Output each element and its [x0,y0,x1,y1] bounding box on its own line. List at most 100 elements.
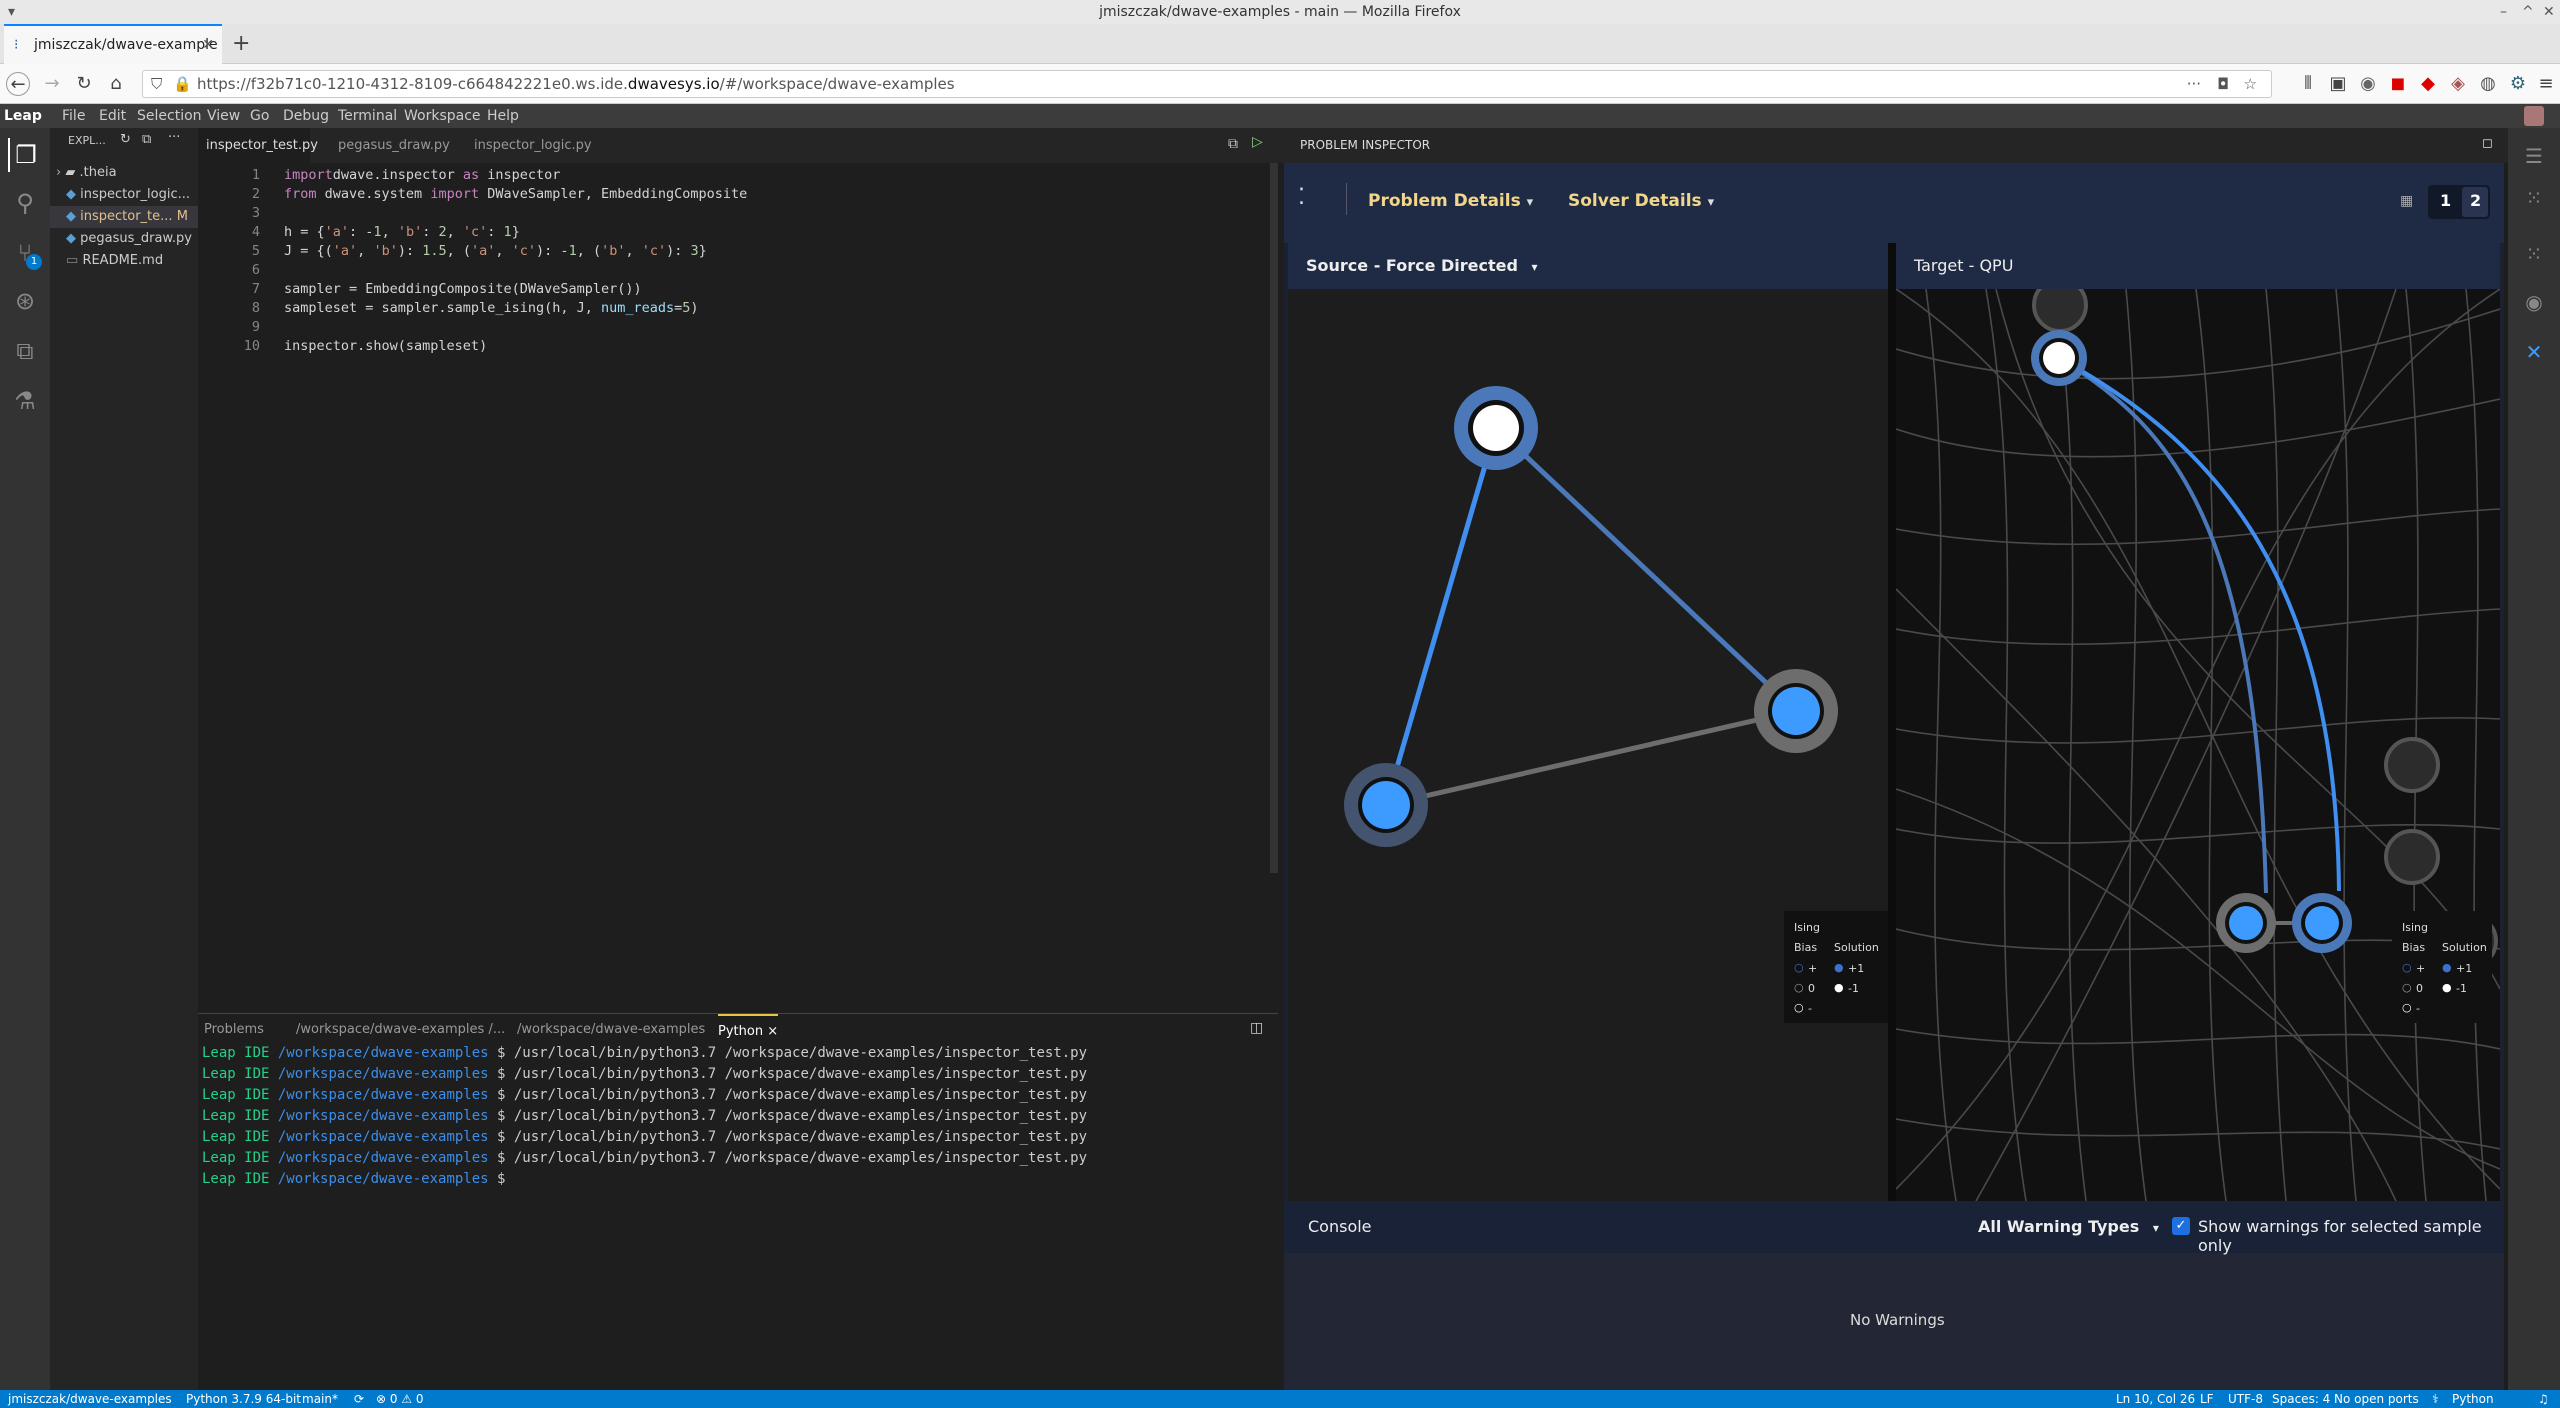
tab-terminal-2[interactable]: /workspace/dwave-examples [517,1014,705,1046]
firefox-menu-icon[interactable]: ≡ [2534,72,2558,96]
close-tab-icon[interactable]: × [767,1024,778,1039]
ports-status[interactable]: No open ports [2334,1390,2419,1408]
warnings-checkbox[interactable]: ✓ [2172,1217,2190,1235]
line-ending[interactable]: LF [2200,1390,2214,1408]
code-line[interactable]: inspector.show(sampleset) [284,338,487,354]
target-qpu-graph[interactable] [1896,289,2500,1201]
shield-icon[interactable]: ⛉ [151,71,162,97]
menu-file[interactable]: File [62,104,85,128]
menu-go[interactable]: Go [250,104,269,128]
close-tab-icon[interactable]: ✕ [202,26,214,64]
bell-icon[interactable]: ♫ [2538,1390,2549,1408]
code-line[interactable]: h = {'a': -1, 'b': 2, 'c': 1} [284,224,520,240]
menu-workspace[interactable]: Workspace [404,104,481,128]
open-external-icon[interactable]: ◻ [2482,136,2493,151]
extension-icon-6[interactable]: ⚙ [2506,72,2530,96]
test-flask-icon[interactable]: ⚗ [8,384,42,418]
edge-a-c[interactable] [1494,426,1798,713]
editor-scrollbar[interactable] [1270,163,1278,873]
debug-icon[interactable]: ⊛ [8,284,42,318]
edge-b-c[interactable] [1385,708,1797,808]
code-editor[interactable]: 1 importdwave.inspector as inspector 2 from… [198,163,1278,1011]
menu-terminal[interactable]: Terminal [338,104,397,128]
extension-icon-3[interactable]: ◆ [2416,72,2440,96]
maximize-icon[interactable]: ^ [2522,0,2534,24]
grid-icon[interactable]: ⁙ [2520,240,2548,268]
python-interpreter[interactable]: Python 3.7.9 64-bit [186,1390,301,1408]
more-actions-icon[interactable]: ··· [168,130,180,145]
collapse-all-icon[interactable]: ⧉ [142,132,151,147]
extension-icon-1[interactable]: ◉ [2356,72,2380,96]
layout-grid-icon[interactable]: ▦ [2400,193,2413,209]
github-icon[interactable]: ◉ [2520,288,2548,316]
page-actions-icon[interactable]: ··· [2187,71,2201,97]
code-line[interactable]: sampler = EmbeddingComposite(DWaveSample… [284,281,642,297]
tree-item-pegasus-draw[interactable]: ◆ pegasus_draw.py [50,228,198,250]
new-tab-button[interactable]: + [232,24,250,64]
menu-view[interactable]: View [207,104,240,128]
tab-problems[interactable]: Problems [204,1014,264,1046]
menu-help[interactable]: Help [487,104,519,128]
problems-count[interactable]: ⊗ 0 ⚠ 0 [376,1390,424,1408]
qubit-node[interactable] [2032,289,2088,333]
home-icon[interactable]: ⌂ [104,72,128,96]
split-editor-icon[interactable]: ⧉ [1228,136,1238,152]
source-header[interactable]: Source - Force Directed ▾ [1288,243,1888,289]
tab-inspector-test[interactable]: inspector_test.py [198,128,318,163]
library-icon[interactable]: ⫴ [2296,72,2320,96]
tree-item-inspector-logic[interactable]: ◆ inspector_logic... [50,184,198,206]
explorer-files-icon[interactable]: ❐ [8,138,42,172]
sidebar-icon[interactable]: ▣ [2326,72,2350,96]
terminal[interactable]: Leap IDE /workspace/dwave-examples $ /us… [198,1045,1278,1390]
code-line[interactable]: from dwave.system import DWaveSampler, E… [284,186,747,202]
extension-icon-2[interactable]: ◼ [2386,72,2410,96]
indentation[interactable]: Spaces: 4 [2272,1390,2330,1408]
solver-details-dropdown[interactable]: Solver Details ▾ [1568,191,1714,211]
panel-splitter[interactable] [1888,243,1896,1201]
tree-item-theia[interactable]: › ▰ .theia [50,162,198,184]
extensions-icon[interactable]: ⧉ [8,334,42,368]
window-menu-icon[interactable]: ▾ [8,0,15,24]
encoding[interactable]: UTF-8 [2228,1390,2263,1408]
cursor-position[interactable]: Ln 10, Col 26 [2116,1390,2195,1408]
edge-a-b[interactable] [1383,427,1499,806]
run-icon[interactable]: ▷ [1252,134,1263,150]
remote-repo[interactable]: jmiszczak/dwave-examples [8,1390,172,1408]
url-bar[interactable]: ⛉ 🔒 https://f32b71c0-1210-4312-8109-c664… [142,70,2272,98]
back-icon[interactable]: ← [6,72,30,96]
search-icon[interactable]: ⚲ [8,186,42,220]
code-line[interactable]: importdwave.inspector as inspector [284,167,560,183]
extension-icon-5[interactable]: ◍ [2476,72,2500,96]
minimize-icon[interactable]: – [2500,0,2507,24]
outline-icon[interactable]: ☰ [2520,142,2548,170]
qubit-node[interactable] [2384,829,2440,885]
source-graph[interactable] [1288,289,1888,1201]
menu-edit[interactable]: Edit [99,104,126,128]
tab-inspector-logic[interactable]: inspector_logic.py [466,128,600,163]
tab-python[interactable]: Python × [718,1014,779,1046]
menu-debug[interactable]: Debug [283,104,329,128]
sync-icon[interactable]: ⟳ [354,1390,364,1408]
tree-item-inspector-test[interactable]: ◆ inspector_te... M [50,206,198,228]
apps-grid-icon[interactable]: ⁙ [2520,184,2548,212]
chain-edge-1[interactable] [2057,356,2268,894]
code-line[interactable]: sampleset = sampler.sample_ising(h, J, n… [284,300,699,316]
bookmark-star-icon[interactable]: ☆ [2244,71,2257,97]
close-window-icon[interactable]: ✕ [2543,0,2555,24]
maximize-panel-icon[interactable]: ◫ [1250,1020,1263,1036]
menu-selection[interactable]: Selection [137,104,202,128]
browser-tab[interactable]: ⁝ jmiszczak/dwave-example ✕ [4,24,222,64]
sample-2-button[interactable]: 2 [2470,191,2481,210]
qubit-node[interactable] [2384,737,2440,793]
tree-item-readme[interactable]: ▭ README.md [50,250,198,272]
pocket-icon[interactable]: ◘ [2217,71,2229,97]
extension-icon-4[interactable]: ◈ [2446,72,2470,96]
forward-icon[interactable]: → [40,72,64,96]
warning-type-dropdown[interactable]: All Warning Types ▾ [1978,1217,2159,1236]
lock-icon[interactable]: 🔒 [173,71,192,97]
language-mode[interactable]: Python [2452,1390,2494,1408]
tab-pegasus-draw[interactable]: pegasus_draw.py [330,128,458,163]
tab-terminal-1[interactable]: /workspace/dwave-examples /... [296,1014,505,1046]
git-branch[interactable]: main* [302,1390,338,1408]
sample-1-button[interactable]: 1 [2440,191,2451,210]
